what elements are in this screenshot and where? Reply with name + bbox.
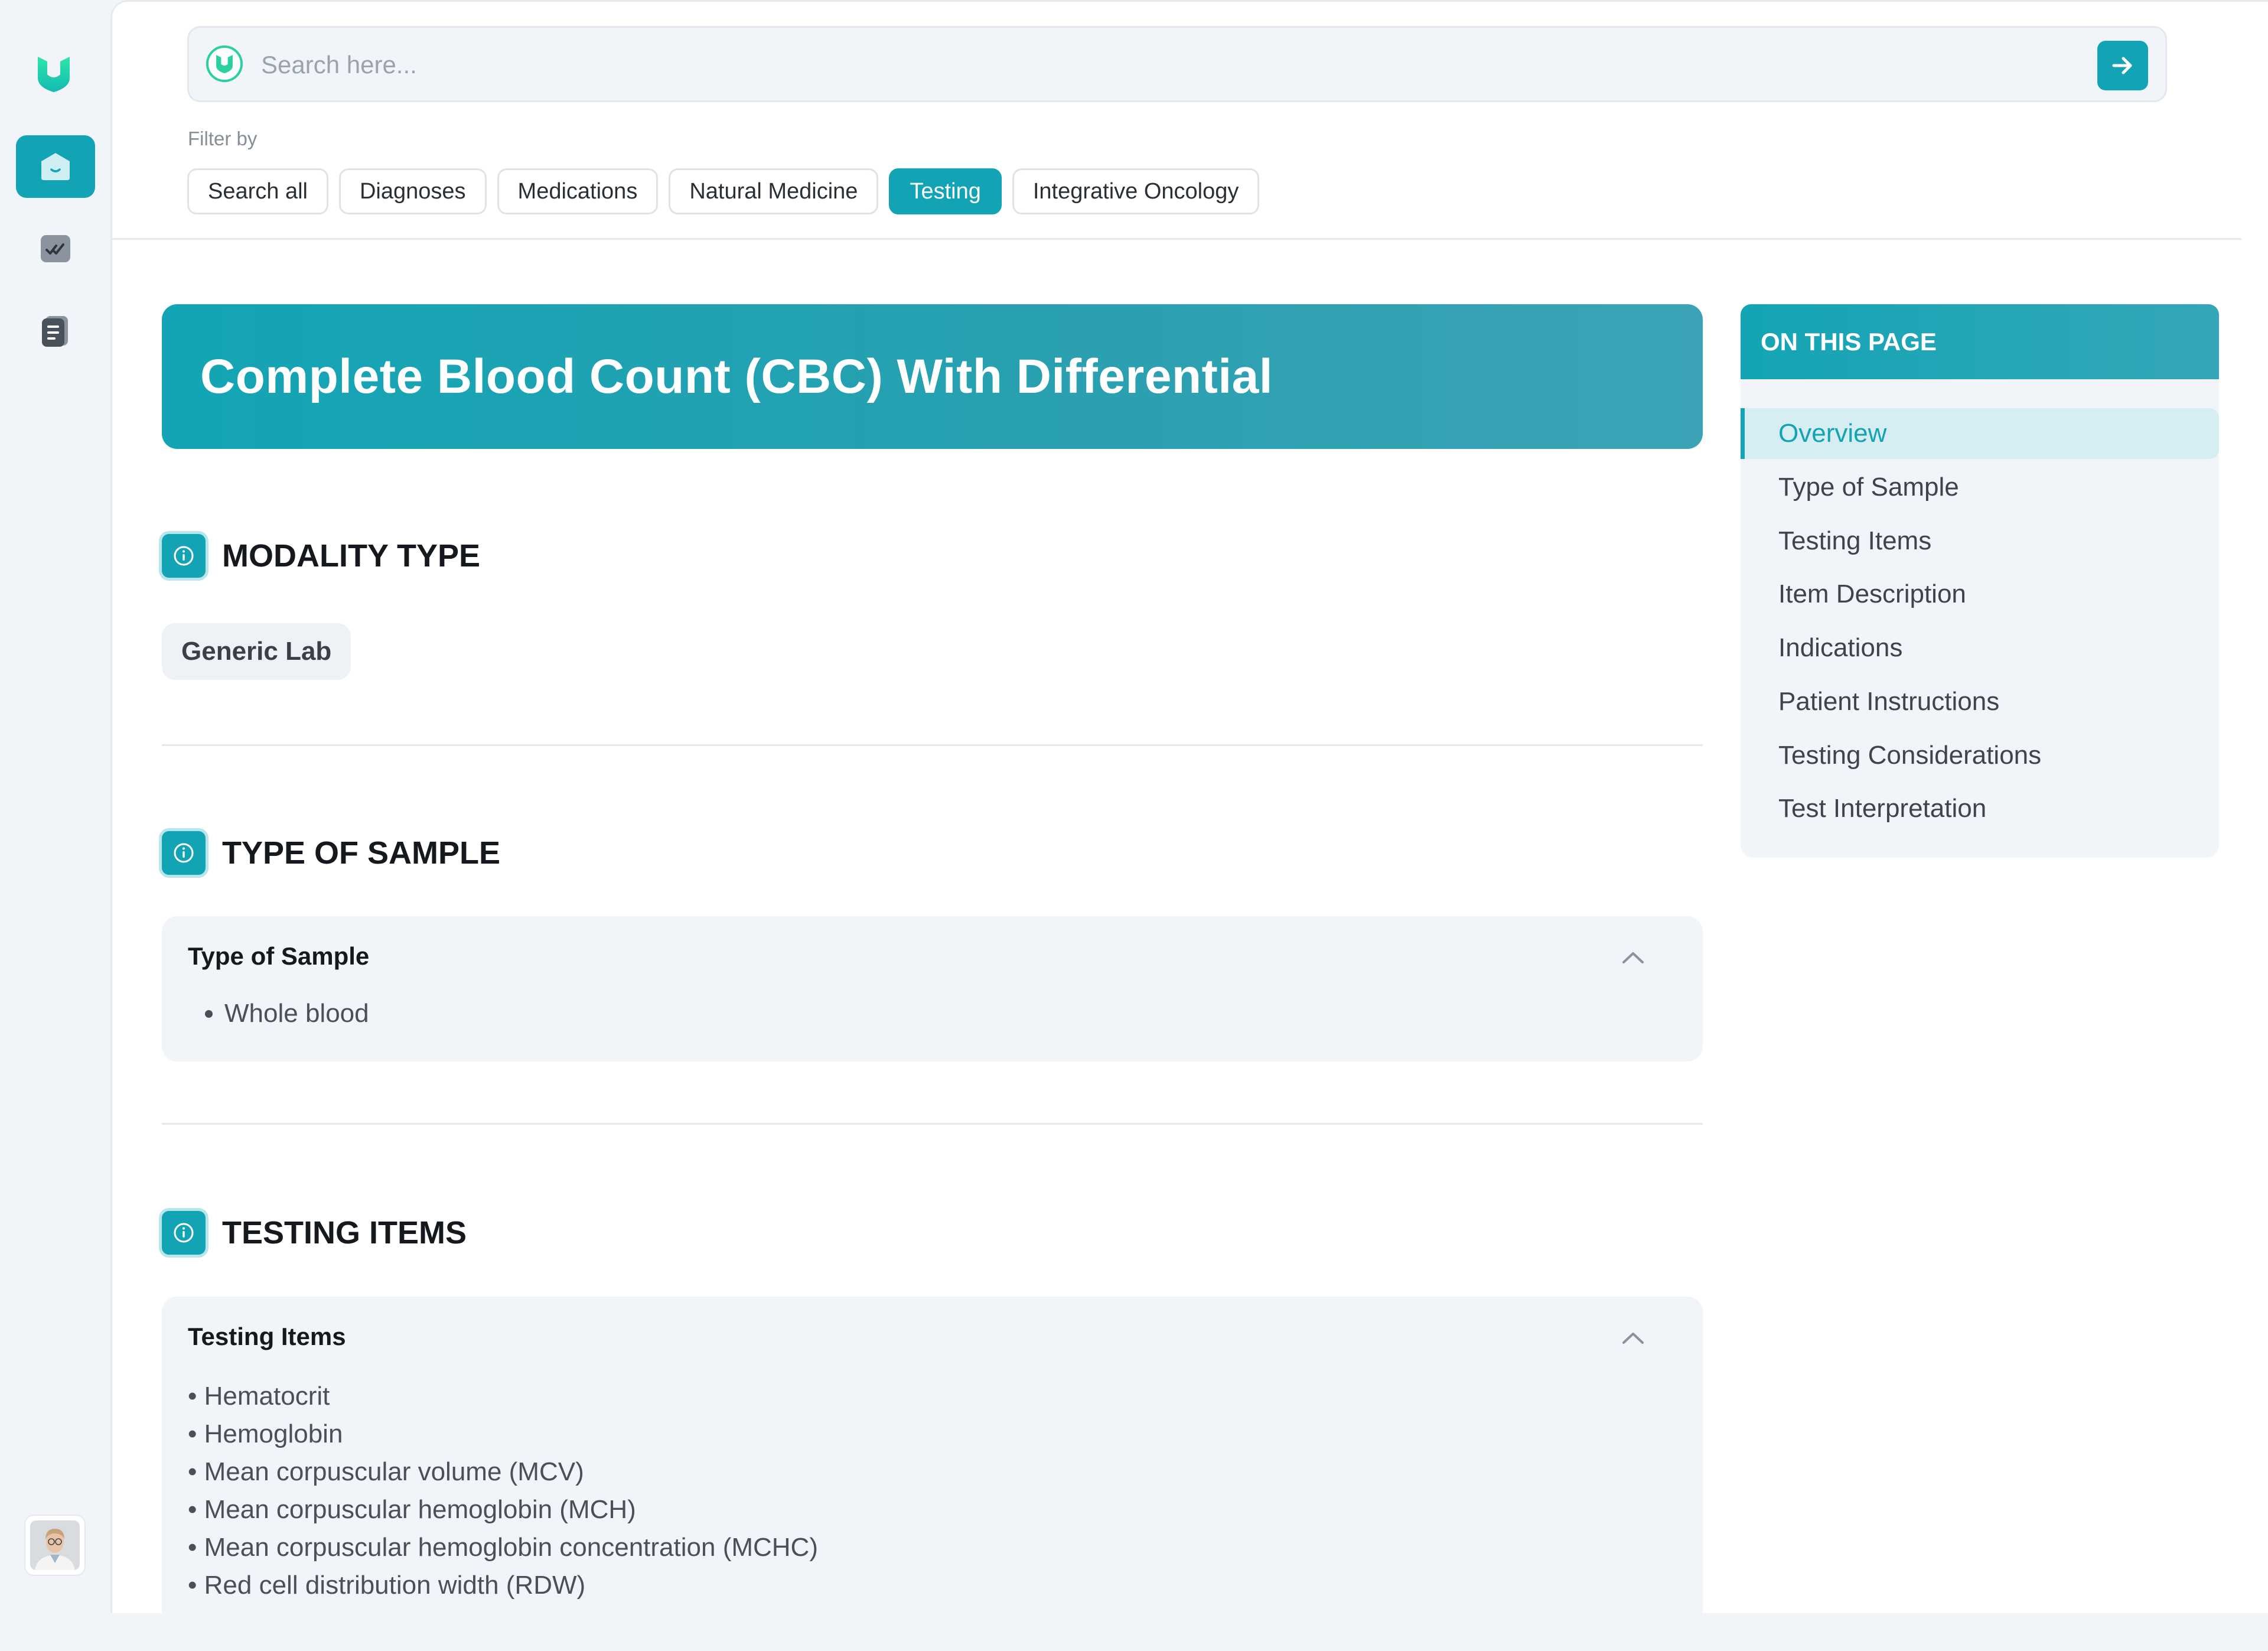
check-list-icon [41,235,70,262]
info-icon [162,534,206,578]
toc-item-type-of-sample[interactable]: Type of Sample [1741,462,2219,513]
filter-chips: Search all Diagnoses Medications Natural… [187,168,1260,214]
user-avatar[interactable] [25,1516,84,1575]
section-title-testing: TESTING ITEMS [222,1215,467,1251]
page-title: Complete Blood Count (CBC) With Differen… [200,349,1273,403]
chevron-up-icon[interactable] [1618,947,1648,968]
search-bar [187,26,2167,102]
toc-header: ON THIS PAGE [1741,304,2219,379]
home-icon [41,153,70,180]
arrow-right-icon [2112,57,2132,74]
list-item: • Mean corpuscular hemoglobin concentrat… [188,1533,818,1562]
list-item: • Hematocrit [188,1382,330,1411]
toc-item-overview[interactable]: Overview [1741,408,2219,459]
toc-item-item-description[interactable]: Item Description [1741,569,2219,620]
testing-items-list: • Hematocrit • Hemoglobin • Mean corpusc… [188,1378,818,1604]
section-divider [162,744,1703,746]
section-title-modality: MODALITY TYPE [222,538,481,574]
toc-list: Overview Type of Sample Testing Items It… [1741,379,2219,858]
section-heading-testing: TESTING ITEMS [162,1211,467,1255]
app-logo-icon[interactable] [37,54,71,93]
search-input[interactable] [260,42,2064,88]
filter-chip-diagnoses[interactable]: Diagnoses [338,168,487,214]
sidebar [0,0,110,1613]
info-icon [162,1211,206,1255]
list-item: • Mean corpuscular volume (MCV) [188,1457,584,1486]
header-divider [112,238,2241,240]
list-item: • Mean corpuscular hemoglobin (MCH) [188,1495,636,1524]
nav-documents-button[interactable] [16,300,95,363]
modality-badge: Generic Lab [162,623,351,680]
section-heading-sample: TYPE OF SAMPLE [162,831,500,875]
search-submit-button[interactable] [2097,41,2148,90]
list-item: Whole blood [224,999,369,1028]
testing-accordion-title[interactable]: Testing Items [188,1323,346,1351]
sample-accordion: Type of Sample Whole blood [162,916,1703,1061]
main-panel: Filter by Search all Diagnoses Medicatio… [110,0,2268,1651]
sample-list: Whole blood [188,999,369,1028]
title-banner: Complete Blood Count (CBC) With Differen… [162,304,1703,449]
filter-chip-testing[interactable]: Testing [889,168,1002,214]
filter-label: Filter by [188,128,258,149]
sample-accordion-title[interactable]: Type of Sample [188,942,369,971]
list-item: • Hemoglobin [188,1419,343,1448]
filter-chip-natural-medicine[interactable]: Natural Medicine [669,168,879,214]
search-brand-icon [206,45,243,82]
chevron-up-icon[interactable] [1618,1327,1648,1349]
toc-item-testing-items[interactable]: Testing Items [1741,516,2219,566]
section-divider [162,1123,1703,1125]
document-icon [42,316,68,347]
filter-chip-search-all[interactable]: Search all [187,168,328,214]
toc-item-test-interpretation[interactable]: Test Interpretation [1741,783,2219,834]
nav-home-button[interactable] [16,135,95,198]
testing-accordion: Testing Items • Hematocrit • Hemoglobin … [162,1297,1703,1651]
info-icon [162,831,206,875]
nav-checklist-button[interactable] [16,217,95,280]
section-heading-modality: MODALITY TYPE [162,534,480,578]
toc-item-testing-considerations[interactable]: Testing Considerations [1741,730,2219,781]
filter-chip-integrative-oncology[interactable]: Integrative Oncology [1012,168,1260,214]
toc-item-indications[interactable]: Indications [1741,623,2219,673]
section-title-sample: TYPE OF SAMPLE [222,835,501,871]
list-item: • Red cell distribution width (RDW) [188,1571,586,1600]
toc-item-patient-instructions[interactable]: Patient Instructions [1741,676,2219,727]
filter-chip-medications[interactable]: Medications [497,168,659,214]
